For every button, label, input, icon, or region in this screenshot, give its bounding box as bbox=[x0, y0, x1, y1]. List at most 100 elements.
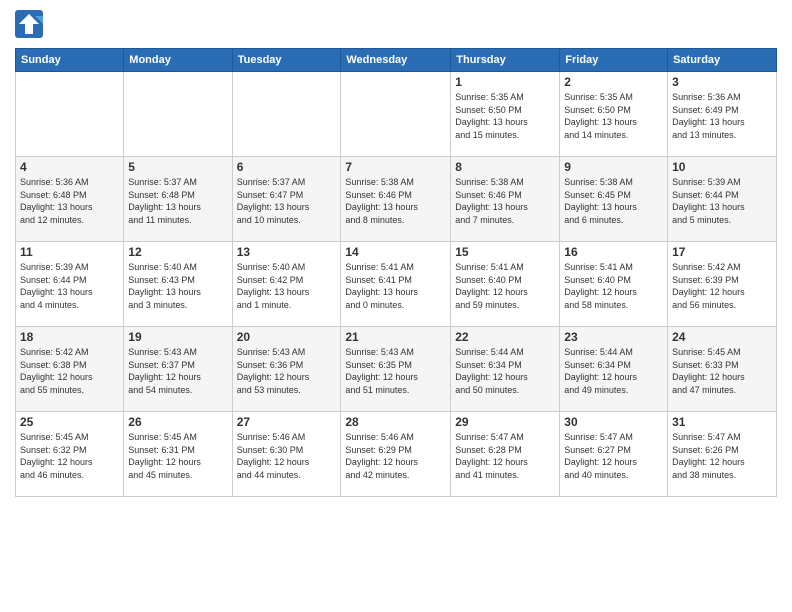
calendar-cell: 16 Sunrise: 5:41 AM Sunset: 6:40 PM Dayli… bbox=[560, 242, 668, 327]
day-info: Sunrise: 5:38 AM Sunset: 6:46 PM Dayligh… bbox=[455, 176, 555, 226]
calendar-week-row: 18 Sunrise: 5:42 AM Sunset: 6:38 PM Dayli… bbox=[16, 327, 777, 412]
calendar-cell: 31 Sunrise: 5:47 AM Sunset: 6:26 PM Dayli… bbox=[668, 412, 777, 497]
day-number: 24 bbox=[672, 330, 772, 344]
calendar-day-header: Thursday bbox=[451, 49, 560, 72]
calendar-day-header: Wednesday bbox=[341, 49, 451, 72]
day-number: 11 bbox=[20, 245, 119, 259]
calendar-cell: 20 Sunrise: 5:43 AM Sunset: 6:36 PM Dayli… bbox=[232, 327, 341, 412]
calendar-cell: 24 Sunrise: 5:45 AM Sunset: 6:33 PM Dayli… bbox=[668, 327, 777, 412]
day-number: 16 bbox=[564, 245, 663, 259]
day-number: 30 bbox=[564, 415, 663, 429]
day-number: 12 bbox=[128, 245, 227, 259]
day-info: Sunrise: 5:45 AM Sunset: 6:31 PM Dayligh… bbox=[128, 431, 227, 481]
day-info: Sunrise: 5:45 AM Sunset: 6:33 PM Dayligh… bbox=[672, 346, 772, 396]
day-info: Sunrise: 5:43 AM Sunset: 6:36 PM Dayligh… bbox=[237, 346, 337, 396]
day-number: 23 bbox=[564, 330, 663, 344]
day-number: 20 bbox=[237, 330, 337, 344]
calendar-header-row: SundayMondayTuesdayWednesdayThursdayFrid… bbox=[16, 49, 777, 72]
day-info: Sunrise: 5:36 AM Sunset: 6:49 PM Dayligh… bbox=[672, 91, 772, 141]
calendar-cell: 1Sunrise: 5:35 AM Sunset: 6:50 PM Daylig… bbox=[451, 72, 560, 157]
calendar-cell: 17 Sunrise: 5:42 AM Sunset: 6:39 PM Dayli… bbox=[668, 242, 777, 327]
day-info: Sunrise: 5:47 AM Sunset: 6:27 PM Dayligh… bbox=[564, 431, 663, 481]
calendar-cell: 18 Sunrise: 5:42 AM Sunset: 6:38 PM Dayli… bbox=[16, 327, 124, 412]
day-number: 27 bbox=[237, 415, 337, 429]
day-number: 18 bbox=[20, 330, 119, 344]
calendar-day-header: Saturday bbox=[668, 49, 777, 72]
calendar-week-row: 4 Sunrise: 5:36 AM Sunset: 6:48 PM Daylig… bbox=[16, 157, 777, 242]
day-number: 15 bbox=[455, 245, 555, 259]
day-info: Sunrise: 5:43 AM Sunset: 6:37 PM Dayligh… bbox=[128, 346, 227, 396]
day-info: Sunrise: 5:47 AM Sunset: 6:26 PM Dayligh… bbox=[672, 431, 772, 481]
calendar-cell: 26 Sunrise: 5:45 AM Sunset: 6:31 PM Dayli… bbox=[124, 412, 232, 497]
day-info: Sunrise: 5:35 AM Sunset: 6:50 PM Dayligh… bbox=[564, 91, 663, 141]
calendar-day-header: Sunday bbox=[16, 49, 124, 72]
day-number: 2 bbox=[564, 75, 663, 89]
day-number: 22 bbox=[455, 330, 555, 344]
calendar-cell: 12 Sunrise: 5:40 AM Sunset: 6:43 PM Dayli… bbox=[124, 242, 232, 327]
calendar-cell: 2 Sunrise: 5:35 AM Sunset: 6:50 PM Daylig… bbox=[560, 72, 668, 157]
calendar-cell bbox=[341, 72, 451, 157]
calendar-cell: 3 Sunrise: 5:36 AM Sunset: 6:49 PM Daylig… bbox=[668, 72, 777, 157]
calendar-cell: 11 Sunrise: 5:39 AM Sunset: 6:44 PM Dayli… bbox=[16, 242, 124, 327]
day-info: Sunrise: 5:46 AM Sunset: 6:30 PM Dayligh… bbox=[237, 431, 337, 481]
day-number: 17 bbox=[672, 245, 772, 259]
day-number: 21 bbox=[345, 330, 446, 344]
calendar-cell: 4 Sunrise: 5:36 AM Sunset: 6:48 PM Daylig… bbox=[16, 157, 124, 242]
day-info: Sunrise: 5:39 AM Sunset: 6:44 PM Dayligh… bbox=[672, 176, 772, 226]
day-number: 4 bbox=[20, 160, 119, 174]
page-container: SundayMondayTuesdayWednesdayThursdayFrid… bbox=[0, 0, 792, 612]
day-info: Sunrise: 5:36 AM Sunset: 6:48 PM Dayligh… bbox=[20, 176, 119, 226]
calendar-cell: 30 Sunrise: 5:47 AM Sunset: 6:27 PM Dayli… bbox=[560, 412, 668, 497]
calendar-day-header: Friday bbox=[560, 49, 668, 72]
calendar-cell: 21 Sunrise: 5:43 AM Sunset: 6:35 PM Dayli… bbox=[341, 327, 451, 412]
day-number: 31 bbox=[672, 415, 772, 429]
calendar-week-row: 1Sunrise: 5:35 AM Sunset: 6:50 PM Daylig… bbox=[16, 72, 777, 157]
day-info: Sunrise: 5:44 AM Sunset: 6:34 PM Dayligh… bbox=[564, 346, 663, 396]
day-info: Sunrise: 5:45 AM Sunset: 6:32 PM Dayligh… bbox=[20, 431, 119, 481]
day-info: Sunrise: 5:46 AM Sunset: 6:29 PM Dayligh… bbox=[345, 431, 446, 481]
day-info: Sunrise: 5:40 AM Sunset: 6:42 PM Dayligh… bbox=[237, 261, 337, 311]
header bbox=[15, 10, 777, 40]
day-number: 9 bbox=[564, 160, 663, 174]
day-number: 28 bbox=[345, 415, 446, 429]
day-info: Sunrise: 5:44 AM Sunset: 6:34 PM Dayligh… bbox=[455, 346, 555, 396]
day-info: Sunrise: 5:42 AM Sunset: 6:38 PM Dayligh… bbox=[20, 346, 119, 396]
calendar-cell: 10 Sunrise: 5:39 AM Sunset: 6:44 PM Dayli… bbox=[668, 157, 777, 242]
day-info: Sunrise: 5:47 AM Sunset: 6:28 PM Dayligh… bbox=[455, 431, 555, 481]
day-number: 13 bbox=[237, 245, 337, 259]
day-number: 26 bbox=[128, 415, 227, 429]
day-info: Sunrise: 5:39 AM Sunset: 6:44 PM Dayligh… bbox=[20, 261, 119, 311]
day-number: 14 bbox=[345, 245, 446, 259]
calendar-day-header: Tuesday bbox=[232, 49, 341, 72]
logo-icon bbox=[15, 10, 43, 40]
calendar-cell: 8 Sunrise: 5:38 AM Sunset: 6:46 PM Daylig… bbox=[451, 157, 560, 242]
calendar-cell: 6 Sunrise: 5:37 AM Sunset: 6:47 PM Daylig… bbox=[232, 157, 341, 242]
calendar-cell: 22 Sunrise: 5:44 AM Sunset: 6:34 PM Dayli… bbox=[451, 327, 560, 412]
calendar-week-row: 11 Sunrise: 5:39 AM Sunset: 6:44 PM Dayli… bbox=[16, 242, 777, 327]
logo bbox=[15, 10, 45, 40]
calendar-cell bbox=[232, 72, 341, 157]
day-number: 19 bbox=[128, 330, 227, 344]
calendar-cell: 15Sunrise: 5:41 AM Sunset: 6:40 PM Dayli… bbox=[451, 242, 560, 327]
day-number: 29 bbox=[455, 415, 555, 429]
calendar-cell: 28 Sunrise: 5:46 AM Sunset: 6:29 PM Dayli… bbox=[341, 412, 451, 497]
day-info: Sunrise: 5:37 AM Sunset: 6:47 PM Dayligh… bbox=[237, 176, 337, 226]
calendar-week-row: 25 Sunrise: 5:45 AM Sunset: 6:32 PM Dayli… bbox=[16, 412, 777, 497]
day-info: Sunrise: 5:41 AM Sunset: 6:40 PM Dayligh… bbox=[564, 261, 663, 311]
calendar-cell: 29 Sunrise: 5:47 AM Sunset: 6:28 PM Dayli… bbox=[451, 412, 560, 497]
day-number: 8 bbox=[455, 160, 555, 174]
day-info: Sunrise: 5:40 AM Sunset: 6:43 PM Dayligh… bbox=[128, 261, 227, 311]
day-number: 6 bbox=[237, 160, 337, 174]
day-number: 3 bbox=[672, 75, 772, 89]
calendar-cell: 9Sunrise: 5:38 AM Sunset: 6:45 PM Daylig… bbox=[560, 157, 668, 242]
day-info: Sunrise: 5:41 AM Sunset: 6:41 PM Dayligh… bbox=[345, 261, 446, 311]
day-info: Sunrise: 5:42 AM Sunset: 6:39 PM Dayligh… bbox=[672, 261, 772, 311]
day-info: Sunrise: 5:38 AM Sunset: 6:46 PM Dayligh… bbox=[345, 176, 446, 226]
calendar-cell: 19 Sunrise: 5:43 AM Sunset: 6:37 PM Dayli… bbox=[124, 327, 232, 412]
calendar-cell: 25 Sunrise: 5:45 AM Sunset: 6:32 PM Dayli… bbox=[16, 412, 124, 497]
calendar-cell: 23 Sunrise: 5:44 AM Sunset: 6:34 PM Dayli… bbox=[560, 327, 668, 412]
day-number: 25 bbox=[20, 415, 119, 429]
day-info: Sunrise: 5:43 AM Sunset: 6:35 PM Dayligh… bbox=[345, 346, 446, 396]
day-number: 10 bbox=[672, 160, 772, 174]
day-info: Sunrise: 5:37 AM Sunset: 6:48 PM Dayligh… bbox=[128, 176, 227, 226]
